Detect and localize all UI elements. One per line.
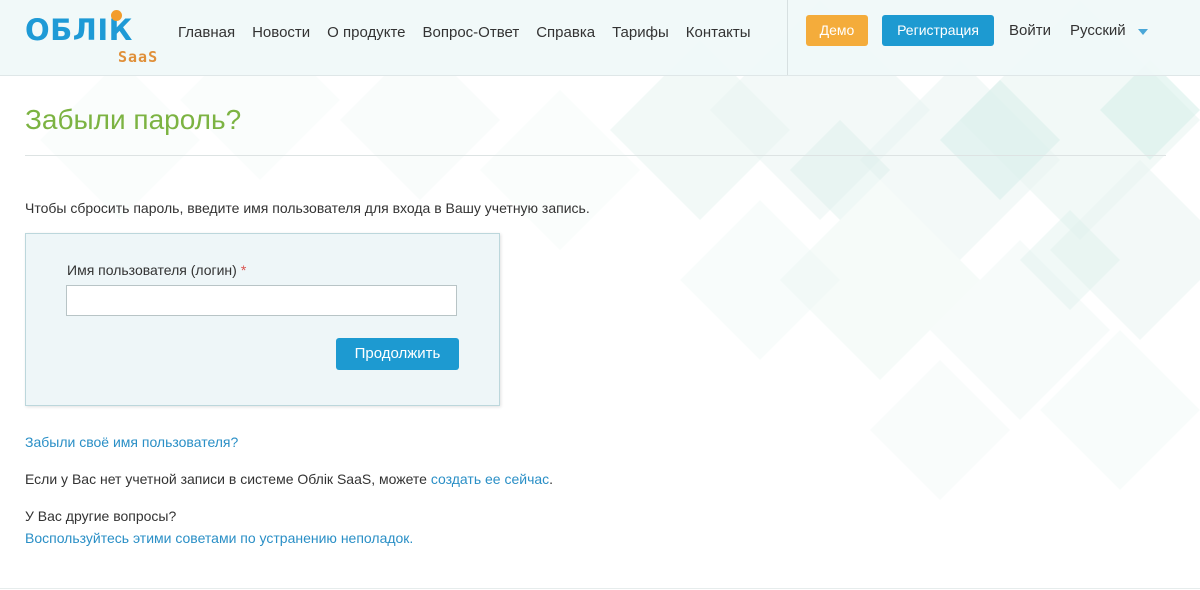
title-divider	[25, 155, 1166, 156]
logo-subtitle: SaaS	[118, 48, 159, 66]
main-nav: Главная Новости О продукте Вопрос-Ответ …	[178, 24, 768, 42]
demo-button[interactable]: Демо	[806, 15, 868, 46]
troubleshooting-row: Воспользуйтесь этими советами по устране…	[25, 529, 413, 547]
site-header: ОБЛІК SaaS Главная Новости О продукте Во…	[0, 0, 1200, 76]
username-input[interactable]	[66, 285, 457, 316]
troubleshooting-link[interactable]: Воспользуйтесь этими советами по устране…	[25, 530, 413, 546]
no-account-text: Если у Вас нет учетной записи в системе …	[25, 470, 553, 488]
required-mark: *	[240, 262, 247, 278]
logo-dot-icon	[111, 10, 122, 21]
intro-text: Чтобы сбросить пароль, введите имя польз…	[25, 200, 590, 216]
other-questions-text: У Вас другие вопросы?	[25, 508, 177, 524]
page-title: Забыли пароль?	[25, 104, 242, 135]
forgot-username-link[interactable]: Забыли своё имя пользователя?	[25, 434, 238, 450]
language-select[interactable]: Русский	[1070, 22, 1148, 40]
username-label: Имя пользователя (логин) *	[67, 262, 246, 278]
create-account-link[interactable]: создать ее сейчас	[431, 471, 549, 487]
header-divider	[787, 0, 788, 75]
register-button[interactable]: Регистрация	[882, 15, 994, 46]
continue-button[interactable]: Продолжить	[336, 338, 459, 370]
logo[interactable]: ОБЛІК SaaS	[25, 10, 175, 68]
chevron-down-icon	[1137, 29, 1148, 35]
nav-item-news[interactable]: Новости	[252, 24, 310, 42]
username-label-text: Имя пользователя (логин)	[67, 262, 237, 278]
main-content: Забыли пароль? Чтобы сбросить пароль, вв…	[0, 76, 1200, 590]
reset-form: Имя пользователя (логин) * Продолжить	[25, 233, 500, 406]
language-label: Русский	[1070, 22, 1126, 39]
nav-item-home[interactable]: Главная	[178, 24, 235, 42]
no-account-prefix: Если у Вас нет учетной записи в системе …	[25, 471, 431, 487]
forgot-username-row: Забыли своё имя пользователя?	[25, 433, 238, 451]
footer-divider	[0, 588, 1200, 589]
login-link[interactable]: Войти	[1009, 22, 1051, 40]
nav-item-help[interactable]: Справка	[536, 24, 595, 42]
page: ОБЛІК SaaS Главная Новости О продукте Во…	[0, 0, 1200, 590]
nav-item-contacts[interactable]: Контакты	[686, 24, 751, 42]
no-account-suffix: .	[549, 471, 554, 487]
nav-item-faq[interactable]: Вопрос-Ответ	[423, 24, 520, 42]
nav-item-pricing[interactable]: Тарифы	[612, 24, 669, 42]
nav-item-about[interactable]: О продукте	[327, 24, 405, 42]
